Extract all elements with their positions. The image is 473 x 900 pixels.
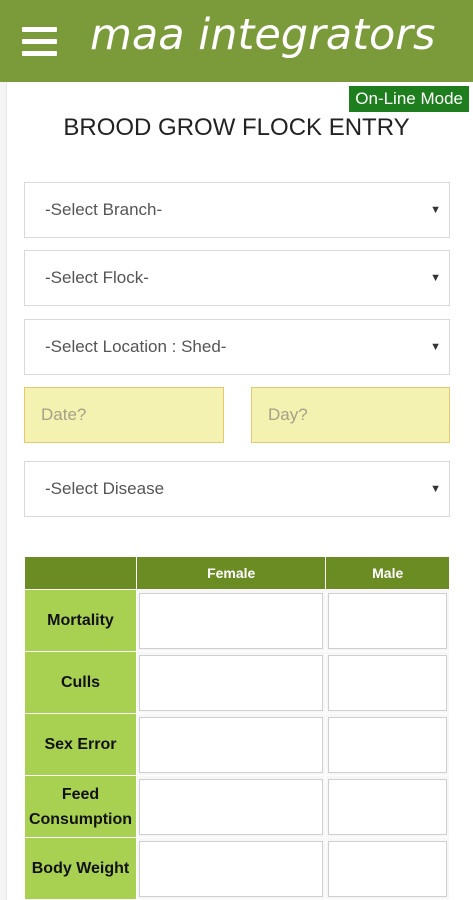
table-cell [135,775,327,838]
table-cell [325,713,450,776]
mortality-male-input[interactable] [328,592,447,649]
branch-select[interactable]: -Select Branch- ▼ [24,182,450,238]
disease-select[interactable]: -Select Disease ▼ [24,461,450,517]
table-cell [325,837,450,900]
feed-consumption-female-input[interactable] [139,778,324,835]
table-cell [135,651,327,714]
feed-consumption-male-input[interactable] [328,778,447,835]
dropdown-caret-icon: ▼ [430,272,441,284]
table-header-male: Male [325,556,450,590]
dropdown-caret-icon: ▼ [430,483,441,495]
dropdown-caret-icon: ▼ [430,204,441,216]
table-cell [325,775,450,838]
row-label-mortality: Mortality [24,589,137,652]
app-header: maa integrators [0,0,473,82]
table-cell [135,589,327,652]
day-input[interactable]: Day? [251,387,450,443]
body-weight-male-input[interactable] [328,840,447,897]
table-header-female: Female [135,556,327,590]
table-row: Sex Error [24,713,450,776]
mortality-female-input[interactable] [139,592,324,649]
location-shed-select[interactable]: -Select Location : Shed- ▼ [24,319,450,375]
page-title: BROOD GROW FLOCK ENTRY [63,114,410,141]
table-cell [325,651,450,714]
app-brand-title: maa integrators [90,10,436,60]
branch-select-value: -Select Branch- [45,200,163,219]
table-cell [135,837,327,900]
table-row: Body Weight [24,837,450,900]
table-header-blank [24,556,137,590]
table-row: Mortality [24,589,450,652]
row-label-culls: Culls [24,651,137,714]
hamburger-menu-icon[interactable] [22,27,57,56]
location-select-value: -Select Location : Shed- [45,337,227,356]
row-label-body-weight: Body Weight [24,837,137,900]
row-label-sex-error: Sex Error [24,713,137,776]
dropdown-caret-icon: ▼ [430,341,441,353]
table-cell [135,713,327,776]
date-input[interactable]: Date? [24,387,224,443]
sex-error-male-input[interactable] [328,716,447,773]
date-placeholder: Date? [41,405,87,424]
culls-male-input[interactable] [328,654,447,711]
day-placeholder: Day? [268,405,308,424]
table-cell [325,589,450,652]
flock-select[interactable]: -Select Flock- ▼ [24,250,450,306]
flock-entry-table: Female Male Mortality Culls Sex Error Fe… [24,556,450,900]
row-label-feed-consumption: Feed Consumption [24,775,137,838]
sex-error-female-input[interactable] [139,716,324,773]
flock-select-value: -Select Flock- [45,268,149,287]
table-row: Culls [24,651,450,714]
online-mode-badge: On-Line Mode [349,86,469,112]
body-weight-female-input[interactable] [139,840,324,897]
side-drawer-edge[interactable] [0,82,7,900]
table-header-row: Female Male [24,556,450,590]
disease-select-value: -Select Disease [45,479,165,498]
table-row: Feed Consumption [24,775,450,838]
culls-female-input[interactable] [139,654,324,711]
